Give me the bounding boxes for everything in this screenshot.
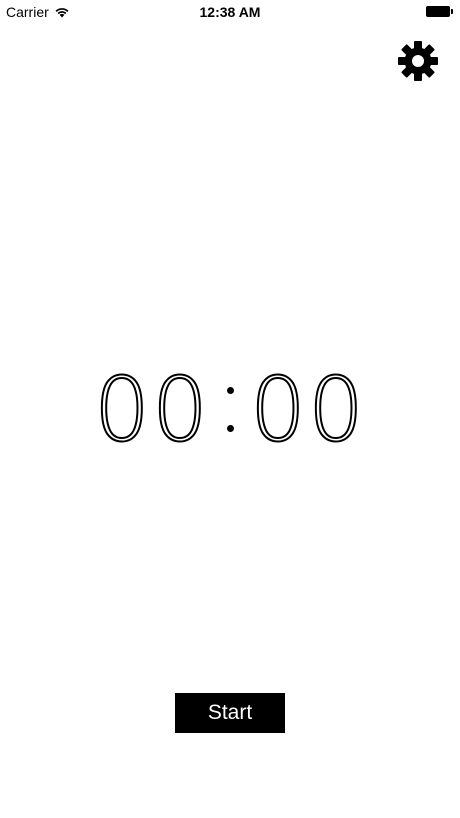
timer-colon <box>210 355 250 465</box>
timer-display: 00 00 <box>0 355 460 465</box>
status-bar: Carrier 12:38 AM <box>0 0 460 24</box>
start-button[interactable]: Start <box>175 693 285 733</box>
gear-icon[interactable] <box>397 40 439 82</box>
battery-icon <box>426 6 454 18</box>
status-time: 12:38 AM <box>199 4 261 20</box>
timer-seconds: 00 <box>249 357 366 462</box>
timer-minutes: 00 <box>93 357 210 462</box>
